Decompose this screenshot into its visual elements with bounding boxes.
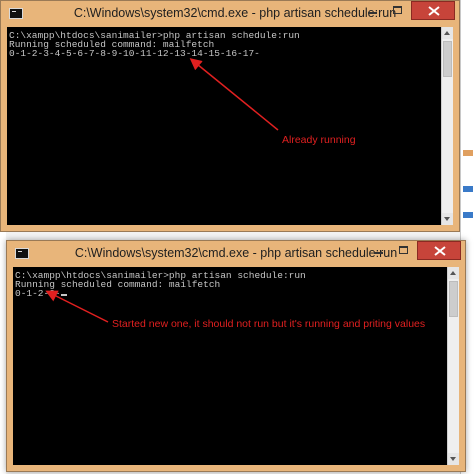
maximize-icon[interactable]: [391, 241, 417, 260]
background-marker: [463, 212, 473, 218]
scroll-down-icon[interactable]: [448, 453, 459, 465]
cmd-window-second[interactable]: C:\Windows\system32\cmd.exe - php artisa…: [6, 240, 466, 472]
text-cursor: [60, 294, 67, 296]
close-icon[interactable]: [417, 241, 461, 260]
scroll-down-icon[interactable]: [442, 213, 453, 225]
console-output[interactable]: C:\xampp\htdocs\sanimailer>php artisan s…: [13, 267, 447, 465]
console-status-line: Running scheduled command: mailfetch: [15, 279, 221, 290]
title-bar[interactable]: C:\Windows\system32\cmd.exe - php artisa…: [1, 1, 459, 27]
console-output-text: 0-1-2-3-: [15, 288, 61, 299]
scroll-up-icon[interactable]: [442, 27, 453, 39]
close-icon[interactable]: [411, 1, 455, 20]
vertical-scrollbar[interactable]: [441, 27, 453, 225]
annotation-started-new: Started new one, it should not run but i…: [112, 318, 426, 330]
scroll-thumb[interactable]: [443, 41, 452, 77]
console-output-line: 0-1-2-3-: [15, 289, 447, 298]
scroll-up-icon[interactable]: [448, 267, 459, 279]
maximize-icon[interactable]: [385, 1, 411, 20]
background-marker: [463, 150, 473, 156]
background-marker: [463, 186, 473, 192]
annotation-already-running: Already running: [282, 134, 356, 146]
minimize-icon[interactable]: [359, 1, 385, 20]
scroll-thumb[interactable]: [449, 281, 458, 317]
console-output[interactable]: C:\xampp\htdocs\sanimailer>php artisan s…: [7, 27, 441, 225]
vertical-scrollbar[interactable]: [447, 267, 459, 465]
cmd-window-first[interactable]: C:\Windows\system32\cmd.exe - php artisa…: [0, 0, 460, 232]
window-controls: [359, 1, 455, 21]
title-bar[interactable]: C:\Windows\system32\cmd.exe - php artisa…: [7, 241, 465, 267]
console-output-line: 0-1-2-3-4-5-6-7-8-9-10-11-12-13-14-15-16…: [9, 48, 260, 59]
minimize-icon[interactable]: [365, 241, 391, 260]
window-controls: [365, 241, 461, 261]
